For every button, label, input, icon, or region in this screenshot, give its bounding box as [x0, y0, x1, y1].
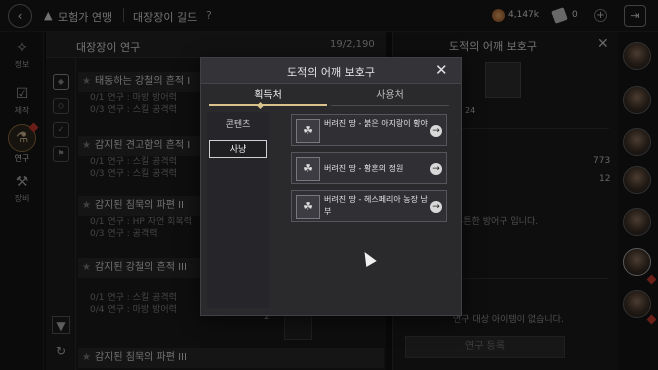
arrow-right-icon[interactable]: → — [430, 201, 442, 213]
location-name: 버려진 땅 - 헤스페리아 농장 남부 — [324, 195, 428, 216]
bull-skull-icon: ☘ — [296, 119, 320, 143]
close-icon[interactable]: ✕ — [435, 61, 448, 79]
item-source-modal: 도적의 어깨 보호구 ✕ 획득처 사용처 콘텐츠 사냥 ☘ 버려진 땅 - 붉은… — [200, 57, 462, 316]
category-hunting[interactable]: 사냥 — [209, 140, 267, 158]
arrow-right-icon[interactable]: → — [430, 125, 442, 137]
category-list: 콘텐츠 사냥 — [207, 112, 269, 308]
location-item[interactable]: ☘ 버려진 땅 - 헤스페리아 농장 남부 → — [291, 190, 447, 222]
modal-title: 도적의 어깨 보호구 — [287, 66, 375, 79]
location-item[interactable]: ☘ 버려진 땅 - 붉은 아지랑이 황야 → — [291, 114, 447, 146]
modal-header: 도적의 어깨 보호구 ✕ — [201, 58, 461, 84]
bull-skull-icon: ☘ — [296, 157, 320, 181]
location-name: 버려진 땅 - 황혼의 정원 — [324, 164, 404, 173]
category-content[interactable]: 콘텐츠 — [209, 116, 267, 134]
arrow-right-icon[interactable]: → — [430, 163, 442, 175]
tab-source[interactable]: 획득처 — [209, 86, 327, 106]
tab-usage[interactable]: 사용처 — [331, 86, 449, 106]
location-name: 버려진 땅 - 붉은 아지랑이 황야 — [324, 119, 428, 128]
location-item[interactable]: ☘ 버려진 땅 - 황혼의 정원 → — [291, 152, 447, 184]
bull-skull-icon: ☘ — [296, 195, 320, 219]
